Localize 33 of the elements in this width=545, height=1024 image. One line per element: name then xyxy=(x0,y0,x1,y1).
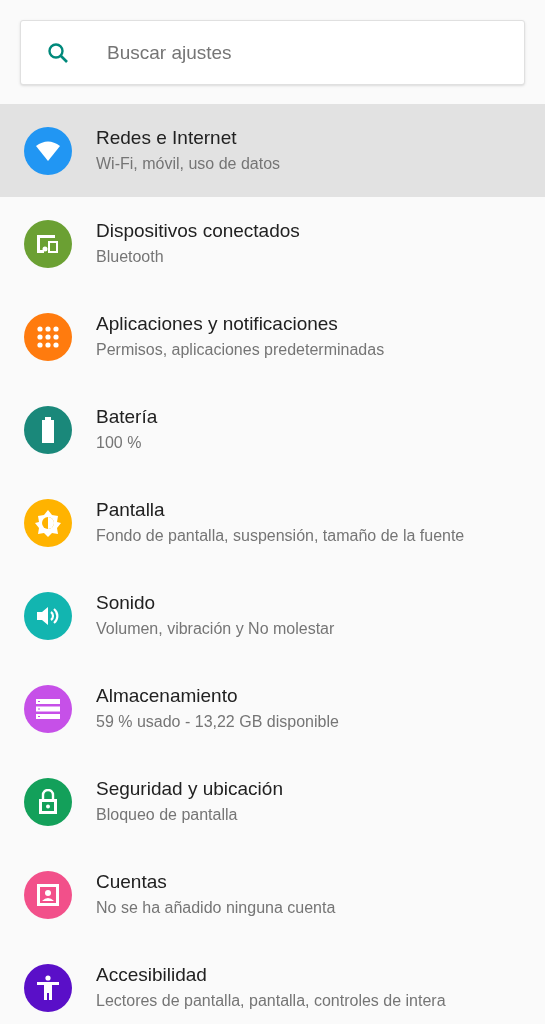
item-subtitle: Bluetooth xyxy=(96,247,165,267)
storage-icon xyxy=(36,698,60,719)
item-subtitle: 100 % xyxy=(96,433,143,453)
item-title: Aplicaciones y notificaciones xyxy=(96,312,339,336)
item-subtitle: Bloqueo de pantalla xyxy=(96,805,239,825)
item-subtitle: Wi-Fi, móvil, uso de datos xyxy=(96,154,281,174)
item-subtitle: Permisos, aplicaciones predeterminadas xyxy=(96,340,385,360)
item-title: Seguridad y ubicación xyxy=(96,777,283,801)
settings-item[interactable]: Redes e Internet Wi-Fi, móvil, uso de datos xyxy=(0,104,545,197)
item-title: Almacenamiento xyxy=(96,684,239,708)
dots-grid-icon xyxy=(37,325,59,348)
item-title: Accesibilidad xyxy=(96,963,208,987)
search-field[interactable]: Buscar ajustes xyxy=(20,20,525,85)
item-subtitle: Lectores de pantalla, pantalla, controles de intera xyxy=(96,991,446,1011)
item-subtitle: Volumen, vibración y No molestar xyxy=(96,619,335,639)
item-title: Cuentas xyxy=(96,870,168,894)
devices-icon xyxy=(35,232,61,255)
item-subtitle: 59 % usado - 13,22 GB disponible xyxy=(96,712,339,732)
item-subtitle: Fondo de pantalla, suspensión, tamaño de la fuente xyxy=(96,526,465,546)
wifi-icon xyxy=(35,139,61,162)
speaker-icon xyxy=(36,604,60,627)
item-title: Redes e Internet xyxy=(96,126,238,150)
account-icon xyxy=(36,882,60,907)
item-subtitle: No se ha añadido ninguna cuenta xyxy=(96,898,336,918)
brightness-icon xyxy=(34,508,62,537)
battery-icon xyxy=(41,416,55,443)
accessibility-icon xyxy=(36,974,60,1001)
lock-icon xyxy=(38,788,58,815)
item-title: Dispositivos conectados xyxy=(96,219,300,243)
search-icon xyxy=(47,42,69,64)
item-title: Batería xyxy=(96,405,158,429)
item-title: Sonido xyxy=(96,591,157,615)
item-title: Pantalla xyxy=(96,498,166,522)
